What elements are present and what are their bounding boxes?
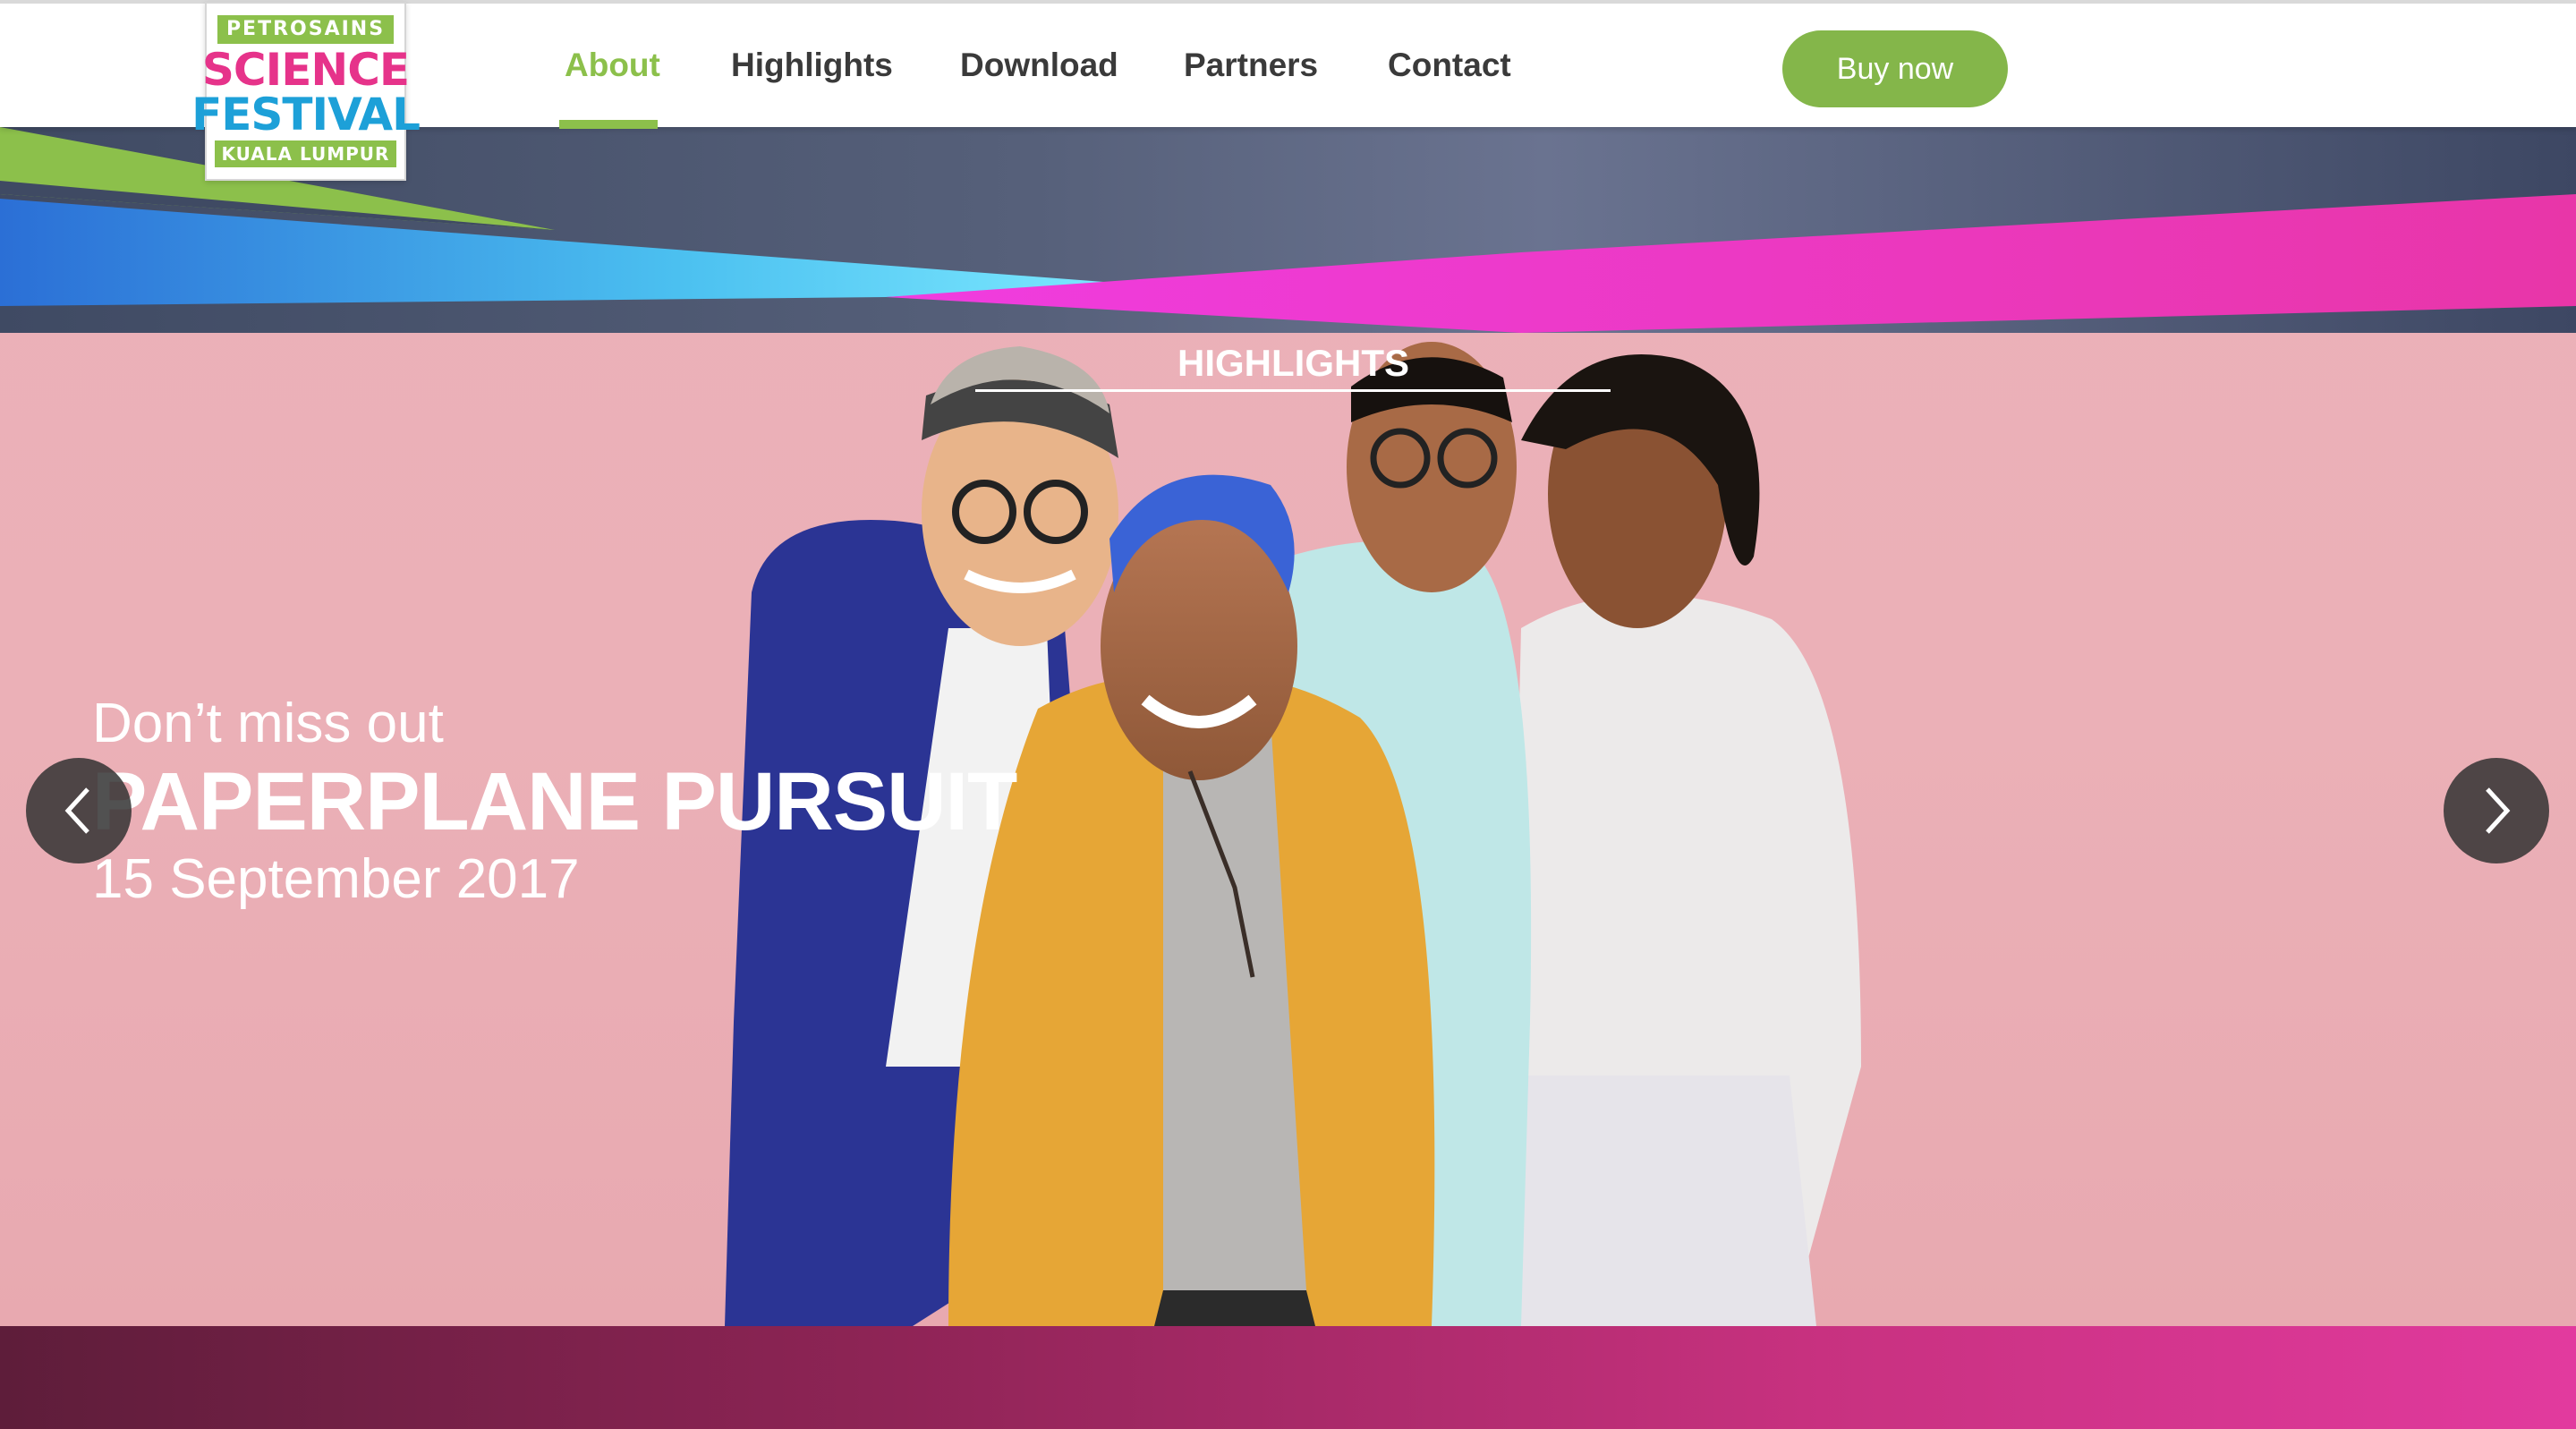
nav-highlights[interactable]: Highlights <box>731 47 893 84</box>
slider-next-button[interactable] <box>2444 758 2549 863</box>
hero-slider: HIGHLIGHTS Don’t miss out PAPERPLANE PUR… <box>0 127 2576 1326</box>
chevron-right-icon <box>2486 787 2511 834</box>
slide-caption: Don’t miss out PAPERPLANE PURSUIT 15 Sep… <box>92 691 1017 913</box>
slide-pretitle: Don’t miss out <box>92 693 444 754</box>
highlights-section-label: HIGHLIGHTS <box>1177 342 1679 385</box>
logo-science-text: SCIENCE <box>201 44 410 96</box>
buy-now-button[interactable]: Buy now <box>1782 30 2008 107</box>
nav-about[interactable]: About <box>565 47 660 84</box>
logo-festival-text: FESTIVAL <box>191 89 421 140</box>
next-section-banner <box>0 1326 2576 1429</box>
nav-partners[interactable]: Partners <box>1184 47 1318 84</box>
slide-date: 15 September 2017 <box>92 848 580 910</box>
nav-active-indicator <box>559 120 658 129</box>
highlights-label-text: HIGHLIGHTS <box>1177 342 1409 384</box>
nav-download[interactable]: Download <box>960 47 1118 84</box>
chevron-left-icon <box>64 787 89 834</box>
logo-brand-text: PETROSAINS <box>217 15 395 44</box>
festival-logo[interactable]: PETROSAINS SCIENCE FESTIVAL KUALA LUMPUR <box>191 2 421 181</box>
slide-title: PAPERPLANE PURSUIT <box>92 756 1017 847</box>
logo-city-text: KUALA LUMPUR <box>214 140 397 167</box>
nav-contact[interactable]: Contact <box>1388 47 1511 84</box>
slider-prev-button[interactable] <box>26 758 132 863</box>
highlights-divider <box>975 389 1611 392</box>
